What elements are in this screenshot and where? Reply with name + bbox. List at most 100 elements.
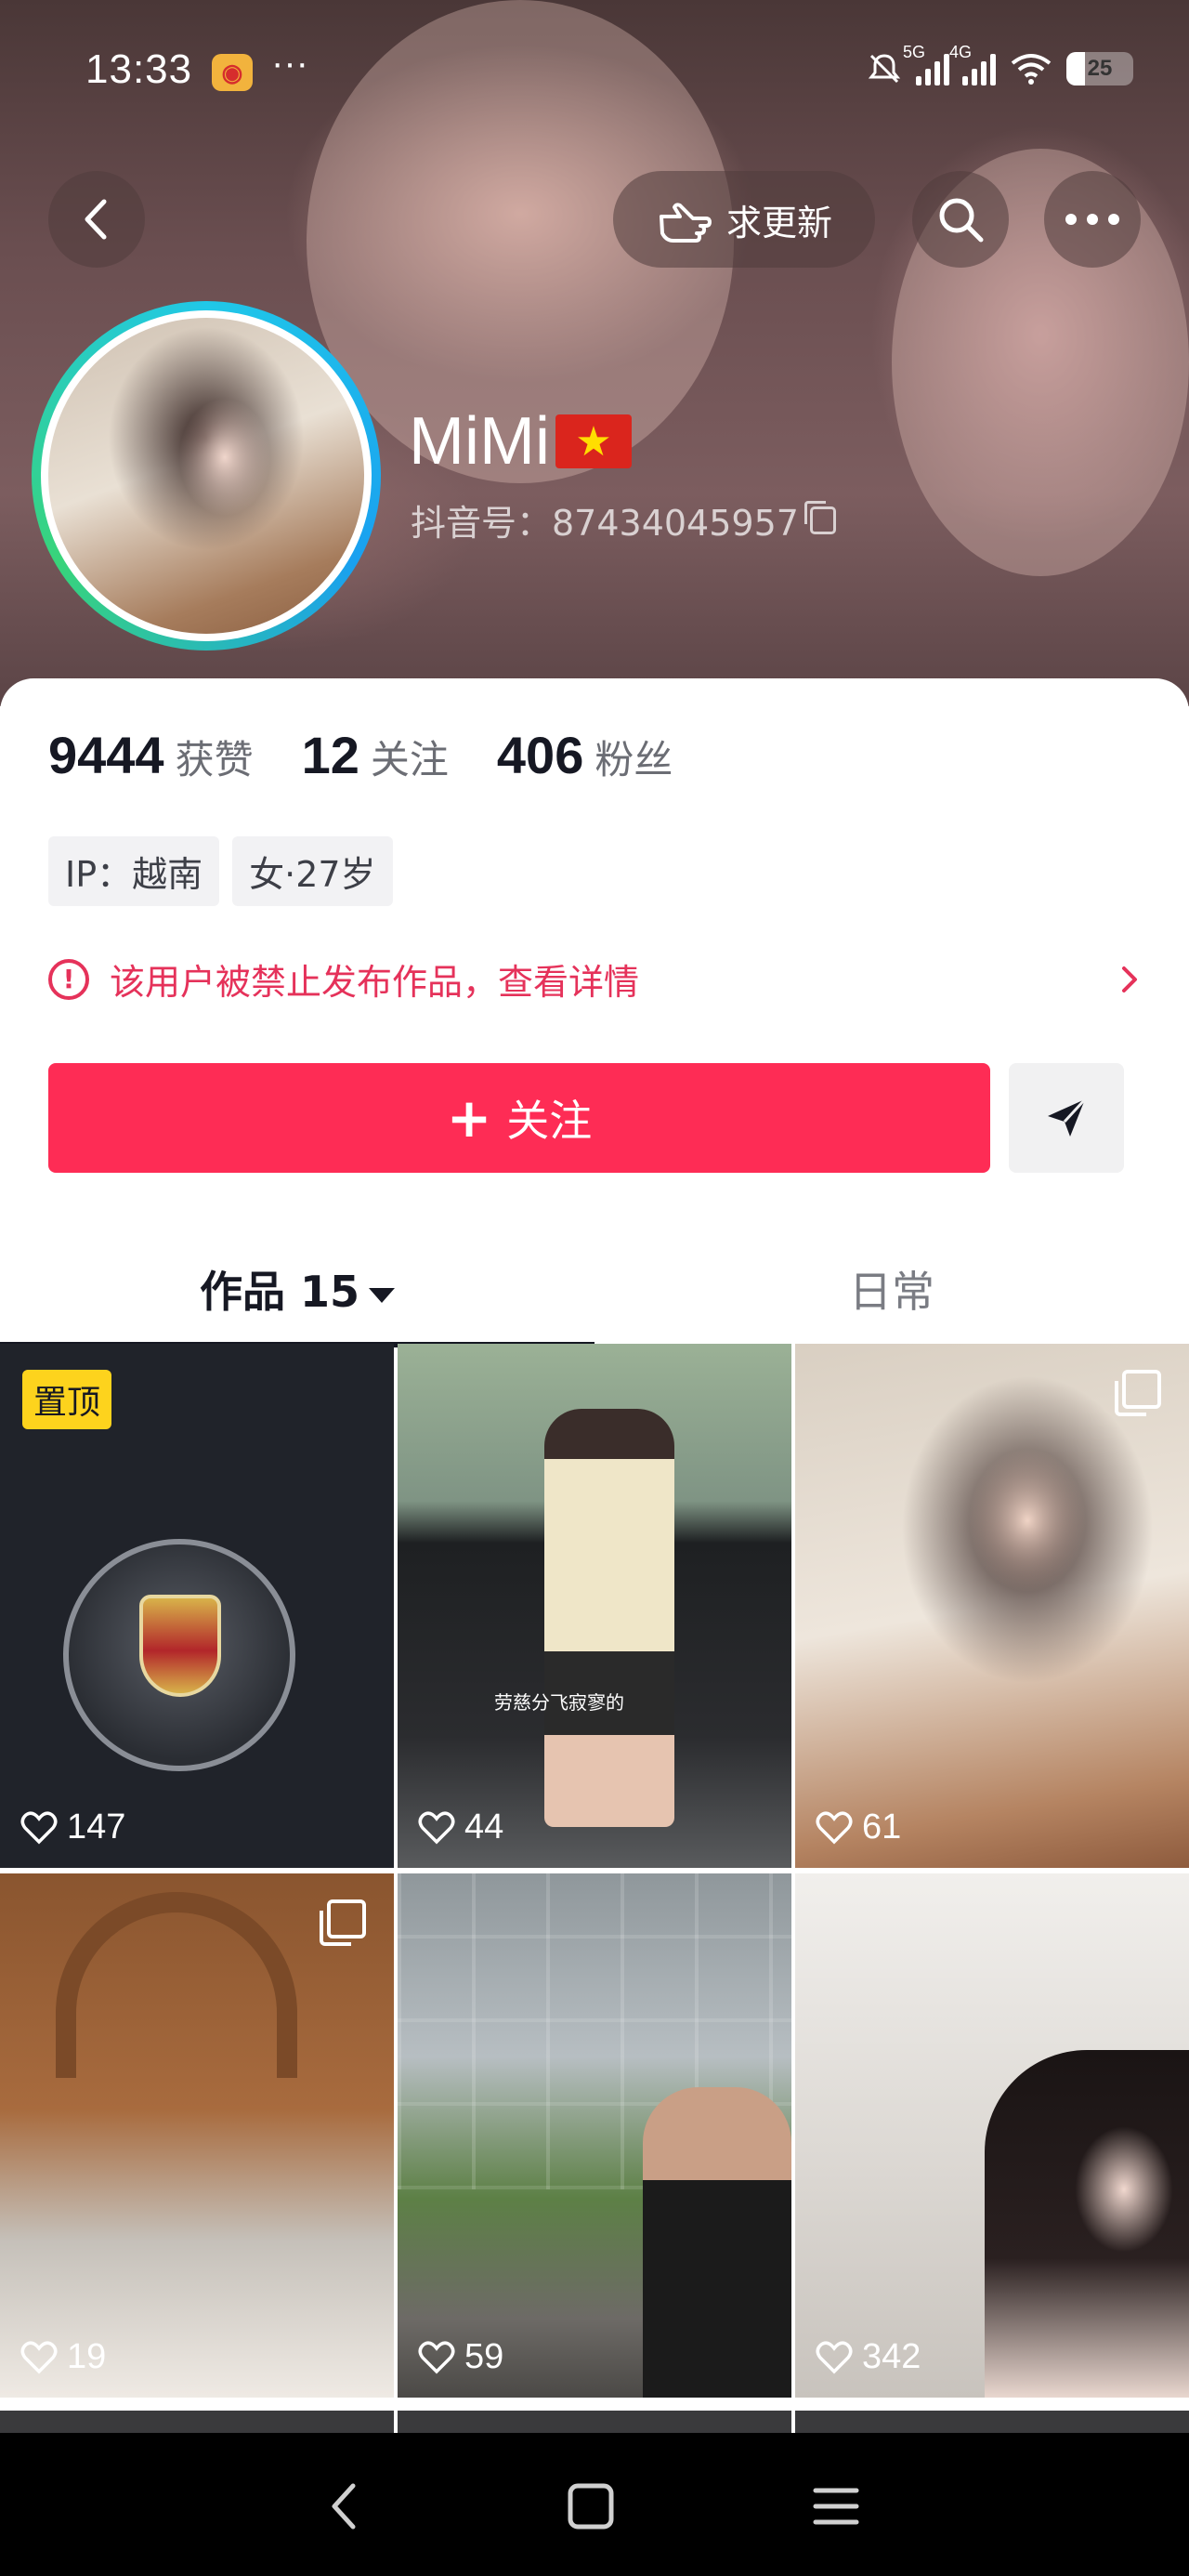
- video-likes-count: 59: [464, 2337, 504, 2376]
- stat-likes-label: 获赞: [175, 737, 254, 782]
- signal-4g-icon: 4G: [949, 43, 996, 85]
- woman-figure-image: [544, 1409, 674, 1827]
- video-likes: 44: [418, 1807, 503, 1847]
- porsche-crest-image: [139, 1595, 221, 1697]
- nav-home-button[interactable]: [554, 2474, 628, 2539]
- video-likes-count: 147: [67, 1807, 126, 1847]
- video-grid: 置顶 147 劳慈分飞寂寥的 44 61 19 59 342: [0, 1344, 1189, 2422]
- video-likes: 59: [418, 2337, 503, 2377]
- heart-icon: [816, 1810, 853, 1844]
- stat-likes[interactable]: 9444 获赞: [48, 725, 254, 785]
- mute-bell-icon: [868, 54, 901, 84]
- nav-menu-icon: [813, 2488, 859, 2525]
- caret-down-icon: [369, 1287, 396, 1303]
- tab-works-label: 作品 15: [199, 1267, 360, 1317]
- handbag-image: [56, 1892, 297, 2078]
- multi-image-icon: [320, 1899, 366, 1946]
- search-icon: [939, 198, 984, 243]
- profile-tags: IP：越南 女·27岁: [48, 836, 393, 906]
- heart-icon: [418, 2340, 455, 2373]
- grid-next-row-peek: [0, 2411, 1189, 2433]
- stat-following-label: 关注: [370, 737, 449, 782]
- video-caption: 劳慈分飞寂寥的: [494, 1691, 624, 1714]
- weibo-icon: ◉: [212, 54, 253, 91]
- back-arrow-icon: [85, 199, 107, 240]
- back-button[interactable]: [48, 171, 145, 268]
- stat-following-value: 12: [301, 726, 359, 784]
- video-tile-peek[interactable]: [795, 2411, 1189, 2433]
- system-nav-bar: [0, 2433, 1189, 2576]
- stat-likes-value: 9444: [48, 726, 164, 784]
- man-figure-image: [643, 2087, 791, 2398]
- status-more-dots: ···: [271, 43, 308, 84]
- send-icon: [1048, 1097, 1087, 1137]
- profile-name-row: MiMi ★: [409, 403, 632, 480]
- video-likes: 147: [20, 1807, 125, 1847]
- profile-tabs: 作品 15 日常: [0, 1245, 1189, 1347]
- avatar[interactable]: [32, 301, 381, 651]
- request-update-button[interactable]: 求更新: [613, 171, 875, 268]
- stat-followers-value: 406: [496, 726, 584, 784]
- tab-daily-label: 日常: [849, 1267, 934, 1317]
- video-tile[interactable]: 置顶 147: [0, 1344, 394, 1868]
- nav-back-button[interactable]: [307, 2474, 381, 2539]
- video-tile-peek[interactable]: [398, 2411, 791, 2433]
- nav-back-icon: [332, 2483, 356, 2530]
- battery-icon: 25: [1066, 52, 1133, 85]
- heart-icon: [816, 2340, 853, 2373]
- tag-ip: IP：越南: [48, 836, 220, 906]
- douyin-id-text: 抖音号：87434045957: [411, 503, 799, 544]
- signal-5g-icon: 5G: [903, 43, 949, 85]
- video-tile[interactable]: 61: [795, 1344, 1189, 1868]
- ban-notice[interactable]: ! 该用户被禁止发布作品，查看详情: [48, 953, 1141, 1005]
- video-tile[interactable]: 59: [398, 1873, 791, 2398]
- nav-home-icon: [568, 2483, 614, 2530]
- video-likes: 61: [816, 1807, 901, 1847]
- tab-daily[interactable]: 日常: [594, 1245, 1189, 1347]
- warning-icon: !: [48, 958, 89, 1000]
- video-likes-count: 61: [862, 1807, 902, 1847]
- video-tile[interactable]: 劳慈分飞寂寥的 44: [398, 1344, 791, 1868]
- tab-works[interactable]: 作品 15: [0, 1245, 594, 1347]
- profile-name: MiMi: [409, 404, 550, 479]
- stat-following[interactable]: 12 关注: [302, 725, 449, 785]
- nav-menu-button[interactable]: [799, 2474, 873, 2539]
- multi-image-icon: [1115, 1370, 1161, 1416]
- request-update-label: 求更新: [725, 202, 832, 243]
- tag-gender-age: 女·27岁: [232, 836, 393, 906]
- heart-icon: [20, 2340, 58, 2373]
- video-likes-count: 342: [862, 2337, 921, 2376]
- heart-icon: [418, 1810, 455, 1844]
- status-bar: 13:33 ◉ ··· 5G 4G 25: [0, 37, 1189, 112]
- search-button[interactable]: [912, 171, 1009, 268]
- follow-label: 关注: [506, 1096, 593, 1146]
- status-time: 13:33: [85, 46, 193, 92]
- more-button[interactable]: [1044, 171, 1141, 268]
- video-likes-count: 19: [67, 2337, 107, 2376]
- profile-card: 9444 获赞 12 关注 406 粉丝 IP：越南 女·27岁 ! 该用户被禁止发布…: [0, 678, 1189, 1347]
- wifi-icon: [1011, 54, 1052, 85]
- more-icon: [1065, 214, 1119, 225]
- plus-icon: +: [446, 1086, 492, 1150]
- vietnam-flag-icon: ★: [555, 414, 632, 468]
- pinned-badge: 置顶: [22, 1370, 112, 1429]
- video-tile[interactable]: 342: [795, 1873, 1189, 2398]
- video-tile[interactable]: 19: [0, 1873, 394, 2398]
- follow-button[interactable]: + 关注: [48, 1063, 990, 1173]
- stat-followers[interactable]: 406 粉丝: [497, 725, 673, 785]
- chevron-right-icon: [1122, 966, 1137, 992]
- pointing-hand-icon: [659, 203, 712, 243]
- video-tile-peek[interactable]: [0, 2411, 394, 2433]
- ban-notice-text: 该用户被禁止发布作品，查看详情: [110, 962, 640, 1003]
- status-right-icons: 5G 4G 25: [866, 43, 1133, 87]
- message-button[interactable]: [1009, 1063, 1124, 1173]
- video-likes-count: 44: [464, 1807, 504, 1847]
- video-likes: 342: [816, 2337, 921, 2377]
- heart-icon: [20, 1810, 58, 1844]
- selfie-girl-image: [985, 2050, 1189, 2398]
- stat-followers-label: 粉丝: [594, 737, 673, 782]
- avatar-border: [41, 310, 372, 641]
- douyin-id[interactable]: 抖音号：87434045957: [411, 494, 836, 545]
- copy-icon[interactable]: [804, 500, 836, 534]
- profile-stats: 9444 获赞 12 关注 406 粉丝: [48, 725, 673, 785]
